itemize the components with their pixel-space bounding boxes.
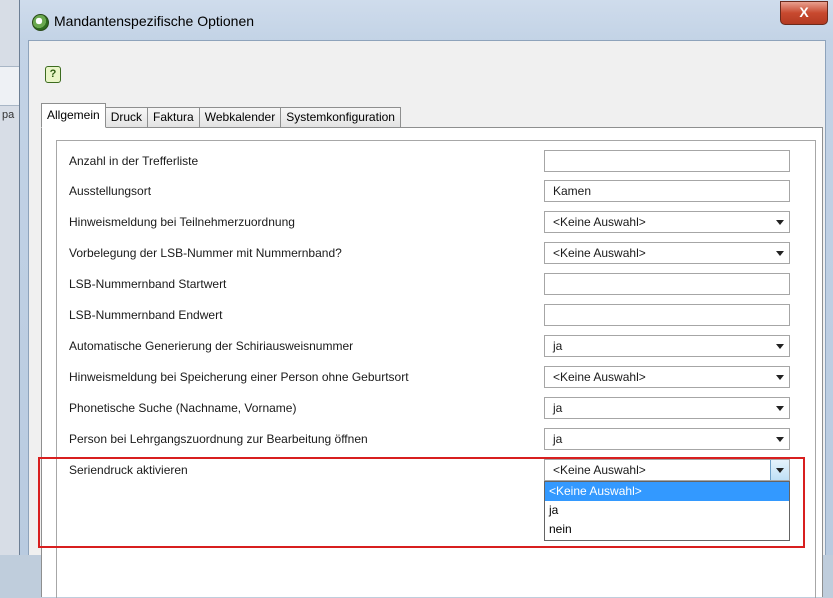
field-value: <Keine Auswahl> [553, 370, 646, 384]
dropdown-option-keine-auswahl[interactable]: <Keine Auswahl> [545, 482, 789, 501]
select-dropdown[interactable]: ja [544, 397, 790, 419]
option-label: Ausstellungsort [69, 184, 152, 198]
help-icon[interactable]: ? [45, 66, 61, 83]
option-row-vorbelegung-der-lsb-nummer-mit-nummernband: Vorbelegung der LSB-Nummer mit Nummernba… [57, 242, 815, 271]
tab-bar: Allgemein Druck Faktura Webkalender Systemko… [41, 103, 401, 128]
text-input[interactable] [544, 150, 790, 172]
close-button[interactable]: X [780, 1, 828, 25]
option-row-hinweismeldung-bei-teilnehmerzuordnung: Hinweismeldung bei Teilnehmerzuordnung <K… [57, 211, 815, 240]
option-row-phonetische-suche-nachname-vorname: Phonetische Suche (Nachname, Vorname) ja [57, 397, 815, 426]
dropdown-list: <Keine Auswahl> ja nein [544, 481, 790, 541]
dropdown-option-nein[interactable]: nein [545, 520, 789, 539]
option-label: Anzahl in der Trefferliste [69, 154, 199, 168]
option-row-automatische-generierung-der-schiriausweisnummer: Automatische Generierung der Schiriauswe… [57, 335, 815, 364]
option-row-person-bei-lehrgangszuordnung-zur-bearbeitung-oeffnen: Person bei Lehrgangszuordnung zur Bearbe… [57, 428, 815, 457]
option-row-lsb-nummernband-startwert: LSB-Nummernband Startwert [57, 273, 815, 302]
dropdown-option-ja[interactable]: ja [545, 501, 789, 520]
select-dropdown[interactable]: <Keine Auswahl> [544, 366, 790, 388]
select-dropdown[interactable]: ja [544, 428, 790, 450]
select-dropdown[interactable]: <Keine Auswahl> [544, 242, 790, 264]
tab-faktura[interactable]: Faktura [148, 107, 200, 127]
option-label: Person bei Lehrgangszuordnung zur Bearbe… [69, 432, 368, 446]
chevron-down-icon[interactable] [771, 367, 789, 387]
tab-druck[interactable]: Druck [105, 107, 149, 127]
select-dropdown[interactable]: <Keine Auswahl> [544, 459, 790, 481]
select-dropdown[interactable]: <Keine Auswahl> [544, 211, 790, 233]
option-label: LSB-Nummernband Startwert [69, 277, 227, 291]
options-dialog: Mandantenspezifische Optionen X ? Allgem… [19, 0, 833, 598]
field-value: <Keine Auswahl> [553, 215, 646, 229]
background-text: pa [2, 109, 15, 121]
chevron-down-icon[interactable] [771, 336, 789, 356]
chevron-down-icon[interactable] [771, 429, 789, 449]
option-label: Automatische Generierung der Schiriauswe… [69, 339, 354, 353]
option-label: Vorbelegung der LSB-Nummer mit Nummernba… [69, 246, 342, 260]
app-icon [32, 14, 49, 31]
option-label: Hinweismeldung bei Speicherung einer Per… [69, 370, 409, 384]
tab-webkalender[interactable]: Webkalender [199, 107, 282, 127]
chevron-down-icon[interactable] [771, 398, 789, 418]
chevron-down-icon[interactable] [770, 460, 789, 480]
option-row-seriendruck-aktivieren: Seriendruck aktivieren <Keine Auswahl> <Ke… [57, 459, 815, 541]
title-bar[interactable]: Mandantenspezifische Optionen X [20, 0, 833, 40]
option-label: LSB-Nummernband Endwert [69, 308, 223, 322]
field-value: ja [553, 401, 563, 415]
options-group: Anzahl in der Trefferliste Ausstellungsor… [56, 140, 816, 598]
tab-panel-allgemein: Anzahl in der Trefferliste Ausstellungsor… [41, 127, 823, 598]
option-row-lsb-nummernband-endwert: LSB-Nummernband Endwert [57, 304, 815, 333]
field-value: <Keine Auswahl> [553, 463, 646, 477]
option-label: Phonetische Suche (Nachname, Vorname) [69, 401, 297, 415]
tab-allgemein[interactable]: Allgemein [41, 103, 106, 128]
window-title: Mandantenspezifische Optionen [54, 13, 255, 29]
text-input[interactable]: Kamen [544, 180, 790, 202]
text-input[interactable] [544, 304, 790, 326]
option-row-hinweismeldung-bei-speicherung-einer-person-ohne-geburtsort: Hinweismeldung bei Speicherung einer Per… [57, 366, 815, 395]
chevron-down-icon[interactable] [771, 243, 789, 263]
dialog-client: ? Allgemein Druck Faktura Webkalender System… [28, 40, 826, 598]
option-row-anzahl-in-der-trefferliste: Anzahl in der Trefferliste [57, 150, 815, 179]
field-value: <Keine Auswahl> [553, 246, 646, 260]
option-row-ausstellungsort: Ausstellungsort Kamen [57, 180, 815, 209]
select-dropdown[interactable]: ja [544, 335, 790, 357]
text-input[interactable] [544, 273, 790, 295]
field-value: ja [553, 432, 563, 446]
field-value: ja [553, 339, 563, 353]
option-label: Hinweismeldung bei Teilnehmerzuordnung [69, 215, 295, 229]
tab-systemkonfiguration[interactable]: Systemkonfiguration [281, 107, 401, 127]
field-value: Kamen [553, 184, 592, 198]
option-label: Seriendruck aktivieren [69, 463, 188, 477]
chevron-down-icon[interactable] [771, 212, 789, 232]
